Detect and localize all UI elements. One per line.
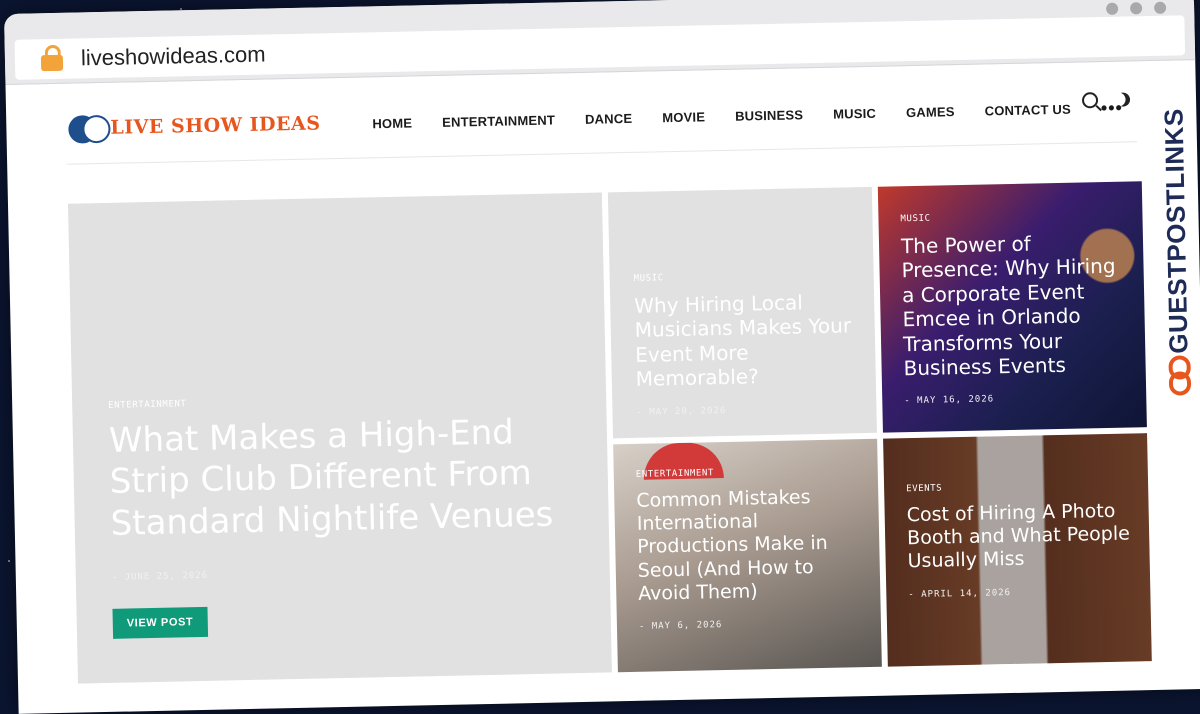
lock-icon [40, 54, 64, 72]
post-title[interactable]: Why Hiring Local Musicians Makes Your Ev… [634, 289, 866, 391]
nav-business[interactable]: BUSINESS [735, 107, 803, 123]
badge-text: GUESTPOSTLINKS [1158, 108, 1194, 354]
chain-link-icon [1168, 355, 1192, 396]
main-nav: HOME ENTERTAINMENT DANCE MOVIE BUSINESS … [372, 98, 1123, 135]
logo-text: LIVE SHOW IDEAS [110, 112, 321, 139]
post-date: - JUNE 25, 2026 [111, 571, 209, 584]
post-date: - MAY 6, 2026 [638, 619, 723, 632]
post-title[interactable]: What Makes a High-End Strip Club Differe… [109, 411, 582, 545]
nav-entertainment[interactable]: ENTERTAINMENT [442, 112, 555, 129]
featured-post-top-2[interactable]: MUSIC The Power of Presence: Why Hiring … [877, 181, 1147, 433]
featured-post-bottom-2[interactable]: EVENTS Cost of Hiring A Photo Booth and … [883, 433, 1152, 667]
window-controls [1106, 1, 1167, 15]
nav-home[interactable]: HOME [372, 115, 412, 131]
guestpostlinks-badge: GUESTPOSTLINKS [1155, 49, 1197, 396]
nav-movie[interactable]: MOVIE [662, 109, 705, 125]
featured-post-main[interactable]: ENTERTAINMENT What Makes a High-End Stri… [67, 192, 612, 684]
featured-post-top-1[interactable]: MUSIC Why Hiring Local Musicians Makes Y… [607, 186, 877, 439]
site-logo[interactable]: LIVE SHOW IDEAS [68, 110, 321, 144]
post-category[interactable]: MUSIC [634, 269, 864, 284]
window-dot-icon[interactable] [1130, 2, 1143, 15]
nav-music[interactable]: MUSIC [833, 106, 876, 122]
search-icon[interactable] [1081, 92, 1099, 109]
featured-post-bottom-1[interactable]: ENTERTAINMENT Common Mistakes Internatio… [613, 438, 882, 673]
url-text[interactable]: liveshowideas.com [81, 42, 266, 72]
nav-dance[interactable]: DANCE [585, 111, 633, 127]
post-title[interactable]: The Power of Presence: Why Hiring a Corp… [901, 229, 1136, 381]
window-dot-icon[interactable] [1153, 1, 1167, 14]
header-tools [1081, 90, 1133, 109]
browser-window: liveshowideas.com LIVE SHOW IDEAS HOME E… [4, 0, 1200, 714]
logo-rings-icon [68, 114, 111, 144]
post-category[interactable]: MUSIC [900, 209, 1132, 225]
view-post-button[interactable]: VIEW POST [112, 607, 208, 640]
nav-games[interactable]: GAMES [906, 104, 955, 120]
post-category[interactable]: ENTERTAINMENT [108, 391, 578, 411]
post-date: - MAY 20, 2026 [636, 405, 727, 418]
dark-mode-icon[interactable] [1114, 90, 1133, 109]
nav-contact-us[interactable]: CONTACT US [985, 102, 1072, 119]
post-title[interactable]: Common Mistakes International Production… [636, 485, 870, 606]
window-dot-icon[interactable] [1106, 2, 1119, 15]
featured-posts-grid: ENTERTAINMENT What Makes a High-End Stri… [67, 181, 1158, 684]
post-title[interactable]: Cost of Hiring A Photo Booth and What Pe… [906, 499, 1139, 573]
